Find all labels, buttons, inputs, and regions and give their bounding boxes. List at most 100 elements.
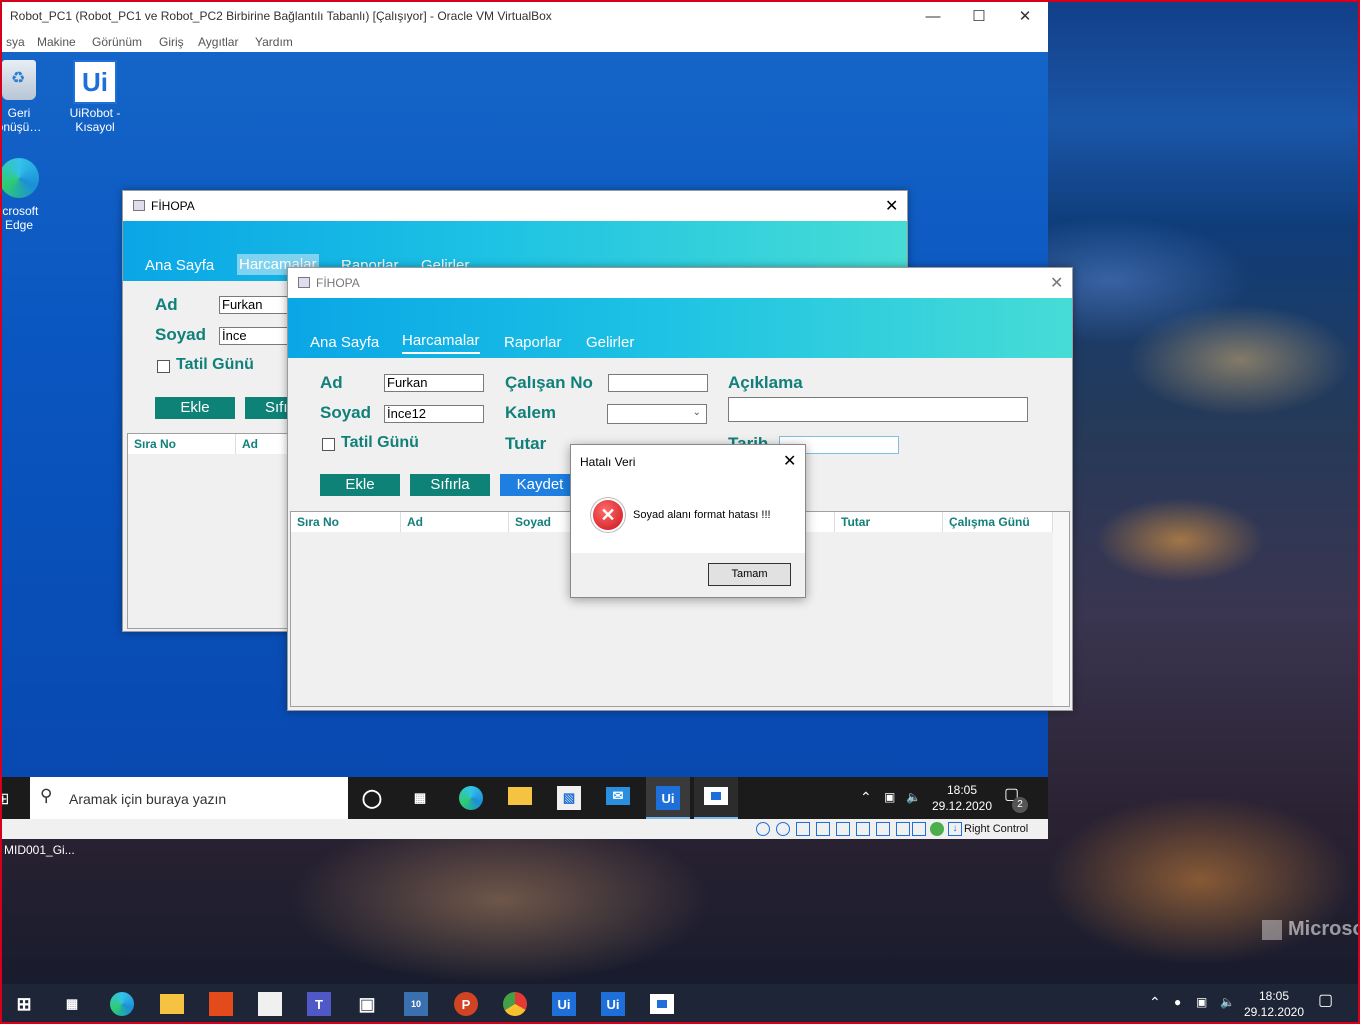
- host-network-icon[interactable]: ▣: [1196, 994, 1207, 1010]
- recording-icon[interactable]: [896, 822, 910, 836]
- file-explorer-icon[interactable]: [508, 787, 532, 805]
- search-box[interactable]: ⚲ Aramak için buraya yazın: [30, 777, 348, 819]
- chevron-down-icon: ⌄: [692, 407, 701, 418]
- maximize-button[interactable]: ☐: [956, 2, 1002, 30]
- host-edge-icon[interactable]: [110, 992, 134, 1016]
- menu-file[interactable]: sya: [6, 35, 25, 49]
- host-key-label: Right Control: [964, 823, 1029, 835]
- powerpoint-icon[interactable]: P: [454, 992, 478, 1016]
- mail-icon[interactable]: ✉: [606, 787, 630, 805]
- back-tab-ana-sayfa[interactable]: Ana Sayfa: [145, 257, 214, 274]
- host-uipath-icon[interactable]: Ui: [552, 992, 576, 1016]
- teams-icon[interactable]: T: [307, 992, 331, 1016]
- notification-badge: 2: [1012, 797, 1028, 813]
- sifirla-button[interactable]: Sıfırla: [410, 474, 490, 496]
- office-icon[interactable]: [209, 992, 233, 1016]
- host-start-icon[interactable]: ⊞: [12, 992, 36, 1016]
- shared-folder-icon[interactable]: [856, 822, 870, 836]
- back-ad-label: Ad: [155, 295, 178, 314]
- network-adapter-icon[interactable]: [816, 822, 830, 836]
- display-icon[interactable]: [876, 822, 890, 836]
- guest-clock-time[interactable]: 18:05: [934, 782, 990, 798]
- host-stray-label: MID001_Gi...: [4, 843, 75, 857]
- aciklama-input[interactable]: [728, 397, 1028, 422]
- kalem-select[interactable]: ⌄: [607, 404, 707, 424]
- menu-help[interactable]: Yardım: [255, 35, 293, 49]
- col-sira-no[interactable]: Sıra No: [291, 512, 401, 532]
- network-icon[interactable]: ▣: [884, 789, 895, 805]
- col-ad[interactable]: Ad: [401, 512, 509, 532]
- close-button[interactable]: ✕: [1002, 2, 1048, 30]
- host-notification-icon[interactable]: ▢: [1318, 993, 1333, 1009]
- host-uipath-icon-2[interactable]: Ui: [601, 992, 625, 1016]
- host-clock-time[interactable]: 18:05: [1244, 988, 1304, 1004]
- host-store-icon[interactable]: [258, 992, 282, 1016]
- menu-machine[interactable]: Makine: [37, 35, 76, 49]
- fihopa-taskbar-item[interactable]: [694, 777, 738, 819]
- col-calisma-gunu[interactable]: Çalışma Günü: [943, 512, 1053, 532]
- back-window-close-icon[interactable]: ✕: [885, 196, 898, 216]
- host-file-explorer-icon[interactable]: [160, 994, 184, 1014]
- host-taskbar: ⊞ ▦ T ▣ 10 P Ui Ui ⌃ ● ▣ 🔈 18:05 29.12.2…: [0, 984, 1360, 1024]
- audio-icon[interactable]: [796, 822, 810, 836]
- optical-drive-icon[interactable]: [776, 822, 790, 836]
- window-app-icon: [704, 787, 728, 805]
- microphone-icon[interactable]: ●: [1174, 994, 1181, 1010]
- tab-harcamalar[interactable]: Harcamalar: [402, 332, 480, 354]
- host-key-icon: ↓: [948, 822, 962, 836]
- minimize-button[interactable]: —: [910, 2, 956, 30]
- desktop-icon-label: UiRobot - Kısayol: [69, 106, 121, 134]
- tamam-button[interactable]: Tamam: [708, 563, 791, 586]
- watermark-text: Microso: [1288, 918, 1360, 940]
- back-col-sira-no[interactable]: Sıra No: [128, 434, 236, 454]
- host-clock-date[interactable]: 29.12.2020: [1240, 1004, 1308, 1020]
- microsoft-watermark: Microso: [1262, 918, 1360, 941]
- edge-icon: [0, 158, 39, 198]
- uipath-icon: Ui: [73, 60, 117, 104]
- hdd-icon[interactable]: [756, 822, 770, 836]
- vt-icon[interactable]: [912, 822, 926, 836]
- back-data-grid[interactable]: Sıra No Ad: [127, 433, 298, 629]
- dialog-title: Hatalı Veri: [580, 455, 636, 469]
- grid-scrollbar[interactable]: [1053, 512, 1069, 706]
- ad-input[interactable]: Furkan: [384, 374, 484, 392]
- menu-input[interactable]: Giriş: [159, 35, 184, 49]
- tray-chevron-up-icon[interactable]: ⌃: [860, 789, 872, 805]
- tab-raporlar[interactable]: Raporlar: [504, 334, 562, 351]
- ekle-button[interactable]: Ekle: [320, 474, 400, 496]
- tab-ana-sayfa[interactable]: Ana Sayfa: [310, 334, 379, 351]
- guest-clock-date[interactable]: 29.12.2020: [930, 798, 994, 814]
- task-view-icon[interactable]: ▦: [408, 786, 432, 810]
- col-tutar[interactable]: Tutar: [835, 512, 943, 532]
- menu-view[interactable]: Görünüm: [92, 35, 142, 49]
- kaydet-button[interactable]: Kaydet: [500, 474, 580, 496]
- tab-gelirler[interactable]: Gelirler: [586, 334, 634, 351]
- edge-icon[interactable]: [459, 786, 483, 810]
- back-tatil-checkbox[interactable]: [157, 360, 170, 373]
- menu-devices[interactable]: Aygıtlar: [198, 35, 238, 49]
- additions-icon[interactable]: [930, 822, 944, 836]
- calculator-icon[interactable]: 10: [404, 992, 428, 1016]
- search-placeholder: Aramak için buraya yazın: [69, 791, 227, 807]
- cortana-icon[interactable]: ◯: [360, 786, 384, 810]
- host-volume-icon[interactable]: 🔈: [1220, 994, 1235, 1010]
- 3d-viewer-icon[interactable]: ▣: [355, 992, 379, 1016]
- start-icon[interactable]: ⊞: [0, 789, 9, 809]
- back-ekle-button[interactable]: Ekle: [155, 397, 235, 419]
- store-icon[interactable]: ▧: [557, 786, 581, 810]
- chrome-icon[interactable]: [503, 992, 527, 1016]
- desktop-icon-uirobot[interactable]: Ui UiRobot - Kısayol: [60, 60, 130, 134]
- tatil-checkbox[interactable]: [322, 438, 335, 451]
- front-window-close-icon[interactable]: ✕: [1050, 273, 1063, 293]
- volume-icon[interactable]: 🔈: [906, 789, 921, 805]
- dialog-close-icon[interactable]: ✕: [783, 451, 796, 471]
- usb-icon[interactable]: [836, 822, 850, 836]
- desktop-icon-edge[interactable]: icrosoft Edge: [0, 158, 54, 232]
- host-tray-chevron-up-icon[interactable]: ⌃: [1149, 994, 1161, 1010]
- desktop-icon-recycle-bin[interactable]: ♻ Geri önüşü…: [0, 60, 54, 134]
- uipath-taskbar-item[interactable]: Ui: [646, 777, 690, 819]
- host-task-view-icon[interactable]: ▦: [60, 992, 84, 1016]
- calisan-no-input[interactable]: [608, 374, 708, 392]
- host-window-app-icon[interactable]: [650, 994, 674, 1014]
- soyad-input[interactable]: İnce12: [384, 405, 484, 423]
